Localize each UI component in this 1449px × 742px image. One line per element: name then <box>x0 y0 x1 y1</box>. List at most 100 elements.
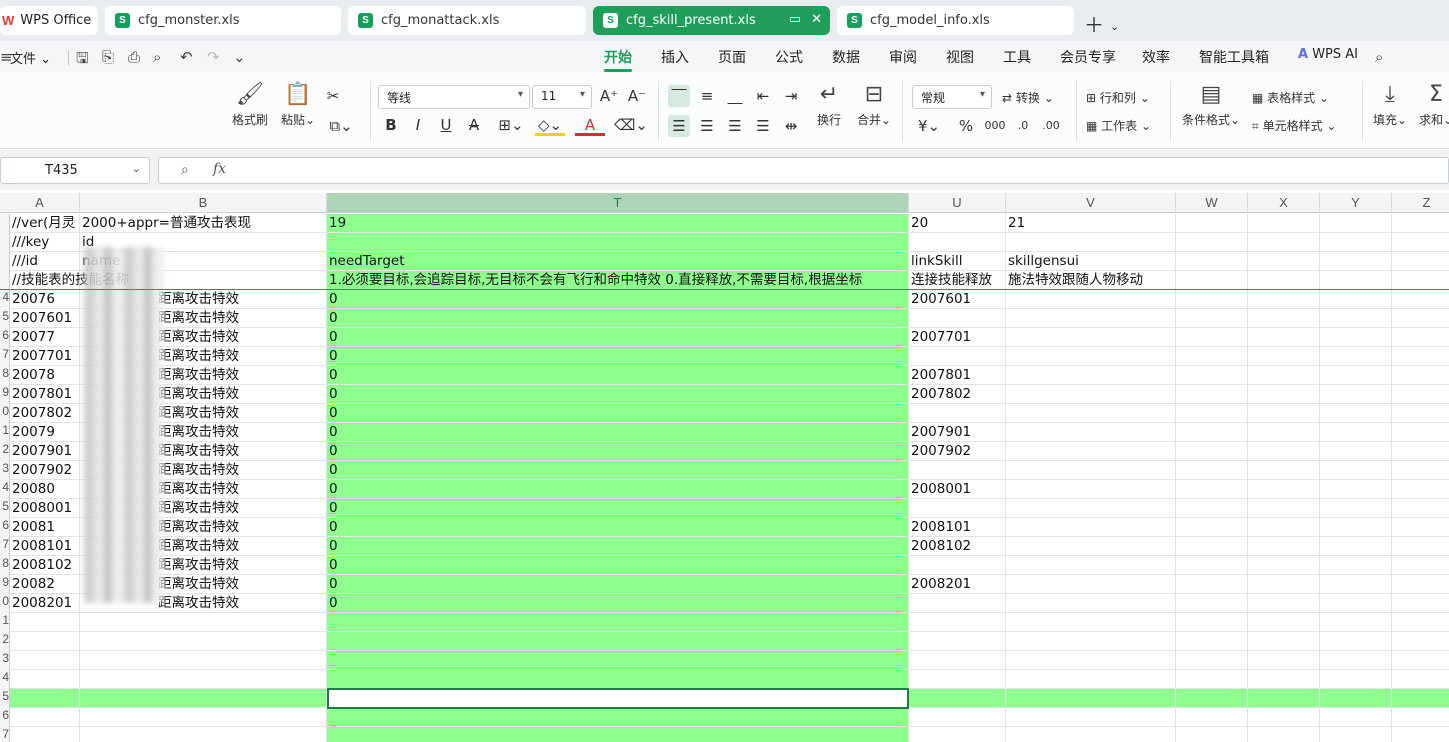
active-cell[interactable] <box>327 688 909 709</box>
column-header-u[interactable]: U <box>909 193 1006 213</box>
cell-a[interactable] <box>10 651 80 670</box>
cell-y[interactable] <box>1320 252 1392 271</box>
cell-a[interactable]: 2008001 <box>10 499 80 518</box>
cell-w[interactable] <box>1176 632 1248 651</box>
cell-w[interactable] <box>1176 233 1248 252</box>
cell-t[interactable]: 19 <box>327 214 909 233</box>
cell-a[interactable] <box>10 670 80 689</box>
cell-x[interactable] <box>1248 613 1320 632</box>
align-right-icon[interactable]: ☰ <box>724 115 746 137</box>
cell-u[interactable]: 连接技能释放 <box>909 271 1006 290</box>
strikethrough-icon[interactable]: A <box>463 114 485 136</box>
cell-w[interactable] <box>1176 480 1248 499</box>
cell-z[interactable] <box>1392 575 1449 594</box>
cell-x[interactable] <box>1248 309 1320 328</box>
row-header[interactable]: 5 <box>0 309 10 328</box>
column-header-b[interactable]: B <box>80 193 327 213</box>
cell-u[interactable] <box>909 499 1006 518</box>
row-header[interactable]: 3 <box>0 461 10 480</box>
cell-a[interactable]: 20078 <box>10 366 80 385</box>
cell-z[interactable] <box>1392 385 1449 404</box>
cell-z[interactable] <box>1392 518 1449 537</box>
row-header[interactable]: 3 <box>0 651 10 670</box>
sum-button[interactable]: Σ 求和⌄ <box>1416 81 1449 128</box>
name-box[interactable]: T435 ⌄ <box>0 157 150 184</box>
cell-w[interactable] <box>1176 727 1248 742</box>
cell-a[interactable]: //技能表的技能名称 <box>10 271 129 290</box>
cell-x[interactable] <box>1248 708 1320 727</box>
cell-y[interactable] <box>1320 461 1392 480</box>
row-header[interactable]: 7 <box>0 727 10 742</box>
function-icon[interactable]: fx <box>213 161 226 177</box>
cell-u[interactable]: 20 <box>909 214 1006 233</box>
font-size-select[interactable]: 11 ▾ <box>532 85 592 109</box>
window-mode-icon[interactable]: ▭ <box>789 12 801 27</box>
bold-icon[interactable]: B <box>380 114 402 136</box>
cell-w[interactable] <box>1176 423 1248 442</box>
cell-y[interactable] <box>1320 518 1392 537</box>
cell-u[interactable]: 2007701 <box>909 328 1006 347</box>
cell-x[interactable] <box>1248 537 1320 556</box>
row-header[interactable]: 1 <box>0 423 10 442</box>
cell-v[interactable] <box>1006 613 1176 632</box>
cell-u[interactable]: 2007802 <box>909 385 1006 404</box>
row-header[interactable]: 6 <box>0 328 10 347</box>
cell-v[interactable] <box>1006 290 1176 309</box>
cell-u[interactable] <box>909 309 1006 328</box>
increase-decimal-icon[interactable]: .0 <box>1012 115 1034 137</box>
cell-t[interactable]: 0 <box>327 309 909 328</box>
export-icon[interactable]: ⎘ <box>102 48 114 66</box>
row-header[interactable] <box>0 252 10 271</box>
cell-v[interactable] <box>1006 708 1176 727</box>
cell-y[interactable] <box>1320 271 1392 290</box>
cell-t[interactable]: 0 <box>327 385 909 404</box>
column-header-t[interactable]: T <box>327 193 909 213</box>
distributed-icon[interactable]: ⇹ <box>780 115 802 137</box>
cell-a[interactable]: 2007601 <box>10 309 80 328</box>
cell-x[interactable] <box>1248 632 1320 651</box>
cell-t[interactable]: needTarget <box>327 252 909 271</box>
thousands-icon[interactable]: 000 <box>984 115 1006 137</box>
cell-w[interactable] <box>1176 461 1248 480</box>
cell-u[interactable]: 2008001 <box>909 480 1006 499</box>
cell-y[interactable] <box>1320 727 1392 742</box>
cell-y[interactable] <box>1320 632 1392 651</box>
cell-a[interactable]: 2008101 <box>10 537 80 556</box>
cell-v[interactable] <box>1006 328 1176 347</box>
align-top-icon[interactable]: ⎺ <box>668 85 690 107</box>
more-chevron-icon[interactable]: ⌄ <box>233 48 246 66</box>
cell-z[interactable] <box>1392 651 1449 670</box>
row-header[interactable]: 4 <box>0 480 10 499</box>
cell-y[interactable] <box>1320 385 1392 404</box>
row-header[interactable]: 2 <box>0 632 10 651</box>
cell-v[interactable] <box>1006 689 1176 708</box>
table-style-button[interactable]: ▦ 表格样式 ⌄ <box>1252 89 1329 106</box>
cell-v[interactable] <box>1006 366 1176 385</box>
row-header[interactable]: 4 <box>0 670 10 689</box>
cell-y[interactable] <box>1320 594 1392 613</box>
cell-y[interactable] <box>1320 537 1392 556</box>
row-header[interactable]: 9 <box>0 385 10 404</box>
cell-u[interactable] <box>909 727 1006 742</box>
cell-u[interactable] <box>909 594 1006 613</box>
cell-u[interactable] <box>909 708 1006 727</box>
cell-x[interactable] <box>1248 290 1320 309</box>
cell-u[interactable]: linkSkill <box>909 252 1006 271</box>
cell-b[interactable] <box>80 670 327 689</box>
cut-icon[interactable]: ✂ <box>322 85 344 107</box>
cell-v[interactable]: skillgensui <box>1006 252 1176 271</box>
decrease-font-icon[interactable]: A⁻ <box>626 85 648 107</box>
menu-insert[interactable]: 插入 <box>661 47 689 67</box>
row-header[interactable]: 8 <box>0 556 10 575</box>
cell-t[interactable]: 0 <box>327 461 909 480</box>
cell-u[interactable] <box>909 556 1006 575</box>
cell-a[interactable]: 20077 <box>10 328 80 347</box>
cell-t[interactable] <box>327 727 909 742</box>
close-icon[interactable]: ✕ <box>811 12 822 27</box>
cell-y[interactable] <box>1320 309 1392 328</box>
cell-v[interactable] <box>1006 518 1176 537</box>
cell-y[interactable] <box>1320 214 1392 233</box>
cell-t[interactable] <box>327 708 909 727</box>
cell-v[interactable] <box>1006 632 1176 651</box>
cell-w[interactable] <box>1176 708 1248 727</box>
